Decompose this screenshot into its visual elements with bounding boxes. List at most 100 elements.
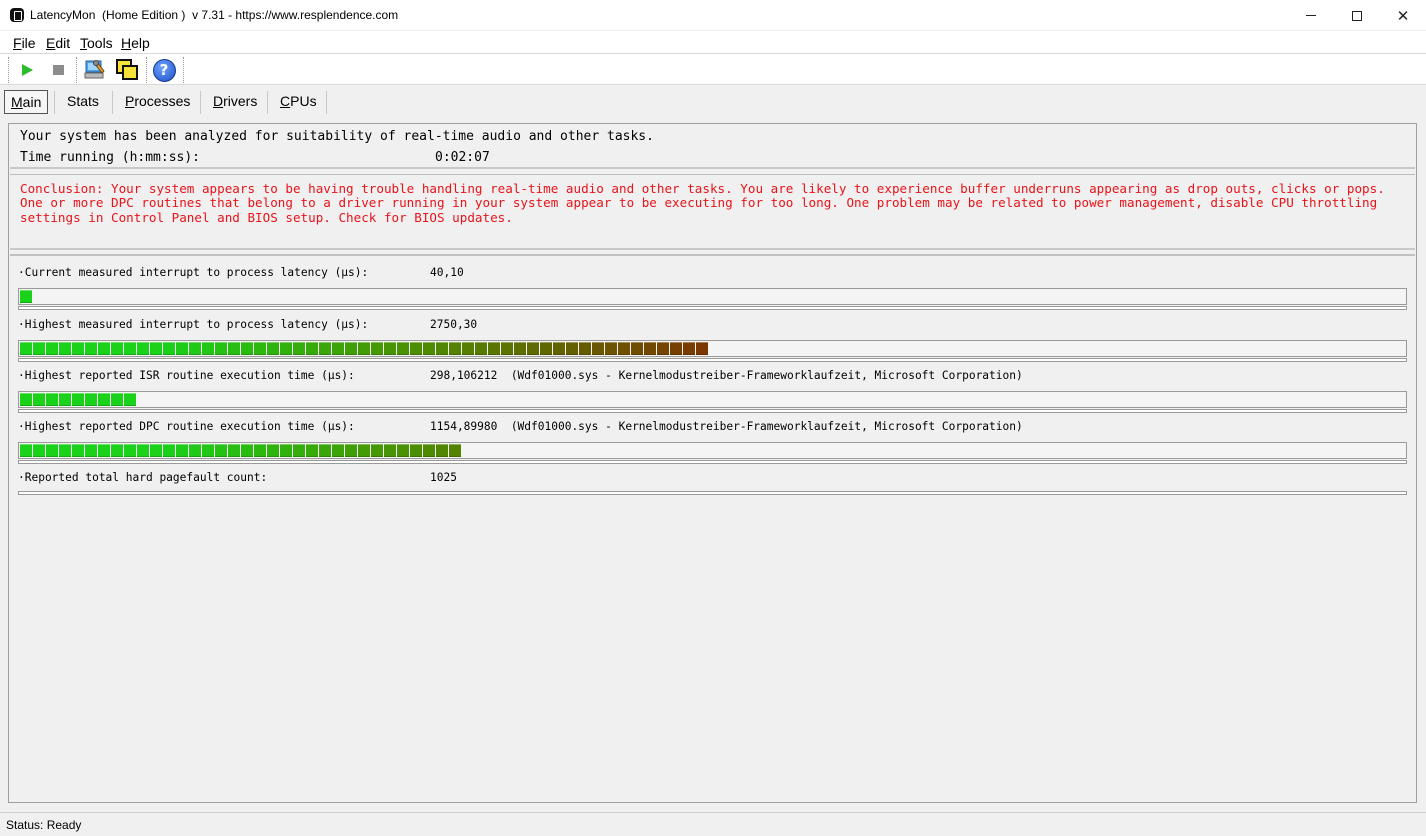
bar-segment <box>410 444 422 457</box>
close-button[interactable]: ✕ <box>1380 0 1426 31</box>
start-button[interactable] <box>15 58 39 82</box>
bar-segment <box>319 444 331 457</box>
tab-separator <box>112 91 113 114</box>
bar-segment <box>228 342 240 355</box>
windows-button[interactable] <box>115 58 139 82</box>
bar-segment <box>150 342 162 355</box>
computer-wrench-button[interactable] <box>83 58 107 82</box>
bar-segment <box>514 342 526 355</box>
bar-segment <box>111 444 123 457</box>
bar-segment <box>124 342 136 355</box>
bar-segment <box>423 444 435 457</box>
bar-segment <box>449 444 461 457</box>
bar-segment <box>319 342 331 355</box>
metric-label-dpc-time: ·Highest reported DPC routine execution … <box>18 420 355 433</box>
latencymon-app-icon <box>10 8 24 22</box>
bar-segment <box>59 393 71 406</box>
bar-segment <box>85 444 97 457</box>
help-button[interactable]: ? <box>152 58 176 82</box>
bar-segment <box>397 444 409 457</box>
metric-value-pagefault-count: 1025 <box>430 471 457 484</box>
bar-divider <box>18 306 1407 310</box>
bar-segment <box>410 342 422 355</box>
menu-help[interactable]: Help <box>121 35 150 51</box>
tab-separator <box>267 91 268 114</box>
tab-drivers[interactable]: Drivers <box>207 90 263 114</box>
menu-tools[interactable]: Tools <box>80 35 113 51</box>
bar-segment <box>137 444 149 457</box>
latency-bar-highest <box>18 340 1407 357</box>
bar-segment <box>241 342 253 355</box>
metric-label-pagefault-count: ·Reported total hard pagefault count: <box>18 471 268 484</box>
windows-icon <box>116 59 138 80</box>
bar-segment <box>553 342 565 355</box>
tab-main[interactable]: Main <box>4 90 49 114</box>
bar-segment <box>423 342 435 355</box>
bar-segment <box>696 342 708 355</box>
tab-strip: Main Stats Processes Drivers CPUs <box>0 85 1426 122</box>
tab-cpus[interactable]: CPUs <box>274 90 323 114</box>
toolbar: ? <box>0 54 1426 85</box>
bar-segment <box>397 342 409 355</box>
tab-separator <box>200 91 201 114</box>
tab-processes[interactable]: Processes <box>119 90 196 114</box>
bar-segment <box>475 342 487 355</box>
toolbar-grip <box>8 57 9 83</box>
bar-segment <box>384 444 396 457</box>
bar-segment <box>20 290 32 303</box>
dpc-time-bar <box>18 442 1407 459</box>
bar-divider <box>18 409 1407 413</box>
menu-file[interactable]: File <box>13 35 36 51</box>
maximize-icon <box>1352 10 1362 21</box>
bar-divider <box>18 358 1407 362</box>
bar-segment <box>371 342 383 355</box>
title-bar: LatencyMon (Home Edition ) v 7.31 - http… <box>0 0 1426 31</box>
help-icon: ? <box>152 58 176 82</box>
bar-segment <box>215 342 227 355</box>
bar-segment <box>540 342 552 355</box>
bar-segment <box>345 444 357 457</box>
bar-segment <box>33 393 45 406</box>
bar-segment <box>46 444 58 457</box>
bar-segment <box>436 342 448 355</box>
bar-segment <box>631 342 643 355</box>
metric-value-isr-time: 298,106212 (Wdf01000.sys - Kernelmodustr… <box>430 369 1023 382</box>
metric-value-highest-latency: 2750,30 <box>430 318 478 331</box>
bar-segment <box>371 444 383 457</box>
metric-label-current-latency: ·Current measured interrupt to process l… <box>18 266 369 279</box>
bar-segment <box>176 444 188 457</box>
bar-segment <box>98 393 110 406</box>
menu-bar: File Edit Tools Help <box>0 31 1426 54</box>
bar-segment <box>566 342 578 355</box>
bar-segment <box>202 444 214 457</box>
bar-segment <box>124 393 136 406</box>
bar-segment <box>488 342 500 355</box>
tab-stats[interactable]: Stats <box>61 90 105 114</box>
bar-segment <box>241 444 253 457</box>
bar-fill <box>20 393 137 406</box>
bar-segment <box>72 342 84 355</box>
bar-segment <box>618 342 630 355</box>
bar-segment <box>384 342 396 355</box>
maximize-button[interactable] <box>1334 0 1380 31</box>
bar-segment <box>176 342 188 355</box>
bar-segment <box>436 444 448 457</box>
menu-edit[interactable]: Edit <box>46 35 70 51</box>
bar-segment <box>189 342 201 355</box>
stop-button[interactable] <box>46 58 70 82</box>
bar-segment <box>137 342 149 355</box>
bar-segment <box>670 342 682 355</box>
bar-segment <box>111 342 123 355</box>
minimize-button[interactable] <box>1288 0 1334 31</box>
bar-segment <box>293 444 305 457</box>
window-title: LatencyMon (Home Edition ) v 7.31 - http… <box>30 8 399 22</box>
tab-separator <box>326 91 327 114</box>
bar-segment <box>150 444 162 457</box>
bar-segment <box>592 342 604 355</box>
bar-segment <box>85 342 97 355</box>
status-text: Status: Ready <box>6 818 82 832</box>
bar-segment <box>85 393 97 406</box>
bar-segment <box>59 444 71 457</box>
bar-segment <box>267 342 279 355</box>
bar-segment <box>254 342 266 355</box>
